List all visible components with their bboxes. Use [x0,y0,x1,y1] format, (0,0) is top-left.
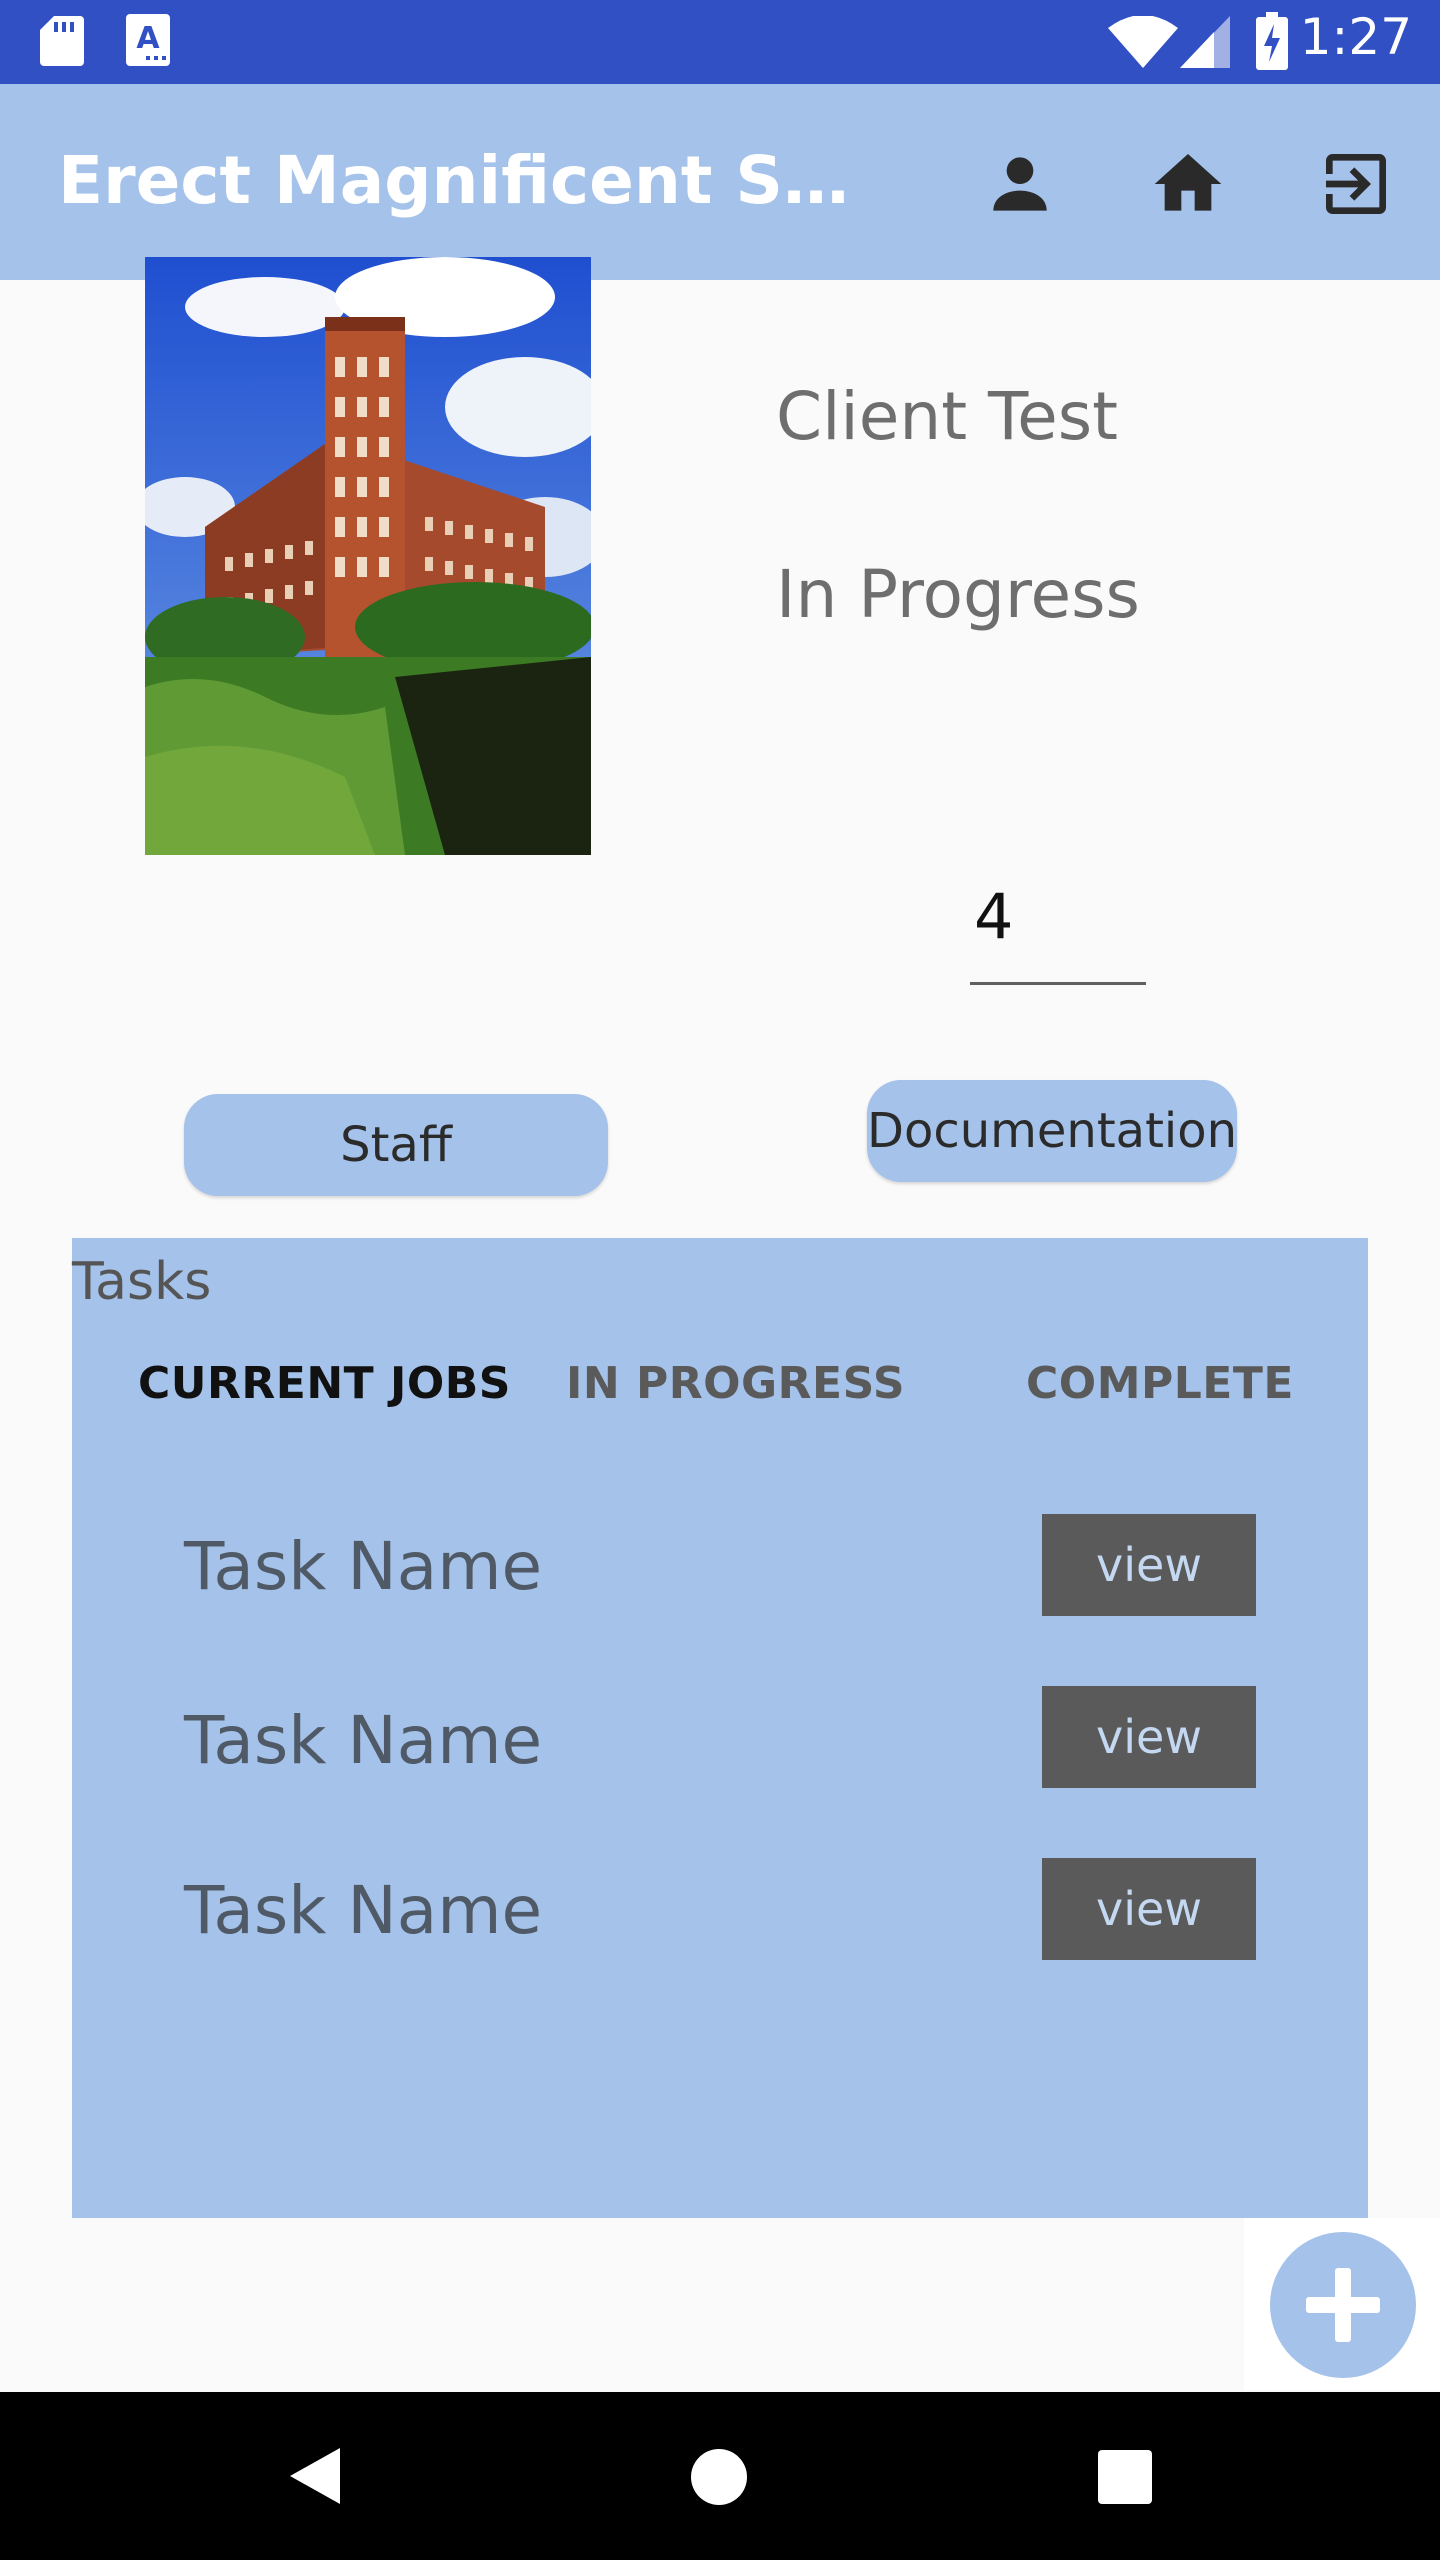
tab-current-jobs[interactable]: CURRENT JOBS [138,1358,511,1409]
person-icon[interactable] [980,144,1060,224]
tab-complete[interactable]: COMPLETE [1026,1358,1294,1409]
view-button[interactable]: view [1042,1514,1256,1616]
count-input[interactable]: 4 [970,870,1146,985]
signal-icon [1180,16,1230,68]
tab-in-progress[interactable]: IN PROGRESS [566,1358,905,1409]
task-name: Task Name [184,1872,543,1949]
documentation-button[interactable]: Documentation [867,1080,1237,1182]
view-button[interactable]: view [1042,1686,1256,1788]
project-status: In Progress [776,556,1140,633]
task-name: Task Name [184,1702,543,1779]
tasks-panel: Tasks CURRENT JOBS IN PROGRESS COMPLETE … [72,1238,1368,2218]
wifi-icon [1108,16,1178,68]
task-name: Task Name [184,1528,543,1605]
client-name: Client Test [776,378,1119,455]
count-value: 4 [974,880,1014,953]
back-icon[interactable] [288,2446,342,2506]
sd-card-icon [40,16,84,66]
app-bar: Erect Magnificent Sculpt... [0,84,1440,280]
battery-charging-icon [1256,12,1288,70]
clock: 1:27 [1299,8,1412,66]
view-button[interactable]: view [1042,1858,1256,1960]
system-nav-bar [0,2392,1440,2560]
project-image [145,257,591,855]
tasks-heading: Tasks [72,1252,212,1312]
plus-icon [1306,2268,1380,2342]
text-a-icon: A [126,14,170,66]
recents-icon[interactable] [1098,2450,1152,2504]
add-task-button[interactable] [1270,2232,1416,2378]
svg-text:A: A [136,21,160,56]
status-bar: A 1:27 [0,0,1440,84]
logout-icon[interactable] [1316,144,1396,224]
home-circle-icon[interactable] [690,2448,748,2506]
home-icon[interactable] [1148,144,1228,224]
fab-container [1244,2218,1440,2390]
staff-button[interactable]: Staff [184,1094,608,1196]
app-title: Erect Magnificent Sculpt... [58,142,888,219]
